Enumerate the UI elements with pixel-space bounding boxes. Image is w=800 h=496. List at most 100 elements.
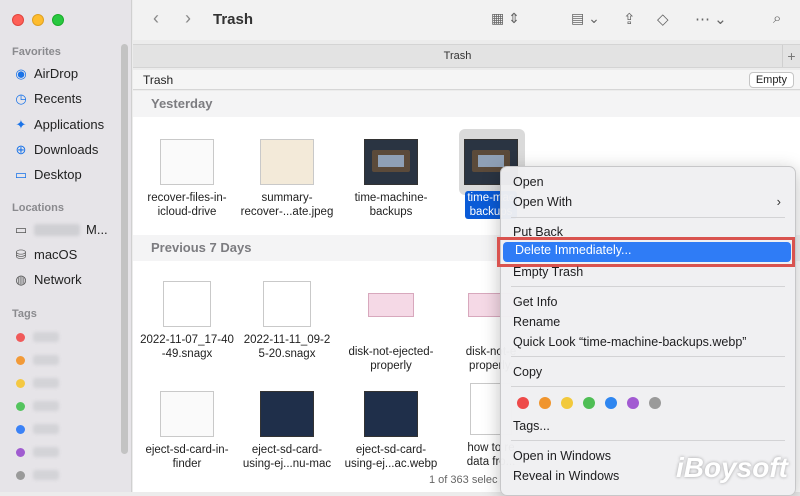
sidebar-item-recents[interactable]: ◷ Recents xyxy=(14,90,82,107)
menu-item-reveal-in-windows[interactable]: Reveal in Windows xyxy=(513,469,619,483)
sidebar-tag-item[interactable] xyxy=(16,355,59,365)
menu-item-label: Delete Immediately... xyxy=(515,243,632,257)
file-thumbnail xyxy=(160,139,214,185)
new-tab-button[interactable]: + xyxy=(782,45,800,67)
file-item[interactable]: 2022-11-11_09-2 5-20.snagx xyxy=(235,281,339,361)
menu-tag-color-button[interactable] xyxy=(539,397,551,409)
forward-icon[interactable]: › xyxy=(185,8,191,29)
sidebar-item-desktop[interactable]: ▭ Desktop xyxy=(14,166,82,183)
file-item[interactable]: time-machine-backups xyxy=(339,139,443,219)
file-thumbnail xyxy=(160,391,214,437)
empty-trash-button[interactable]: Empty xyxy=(748,72,794,88)
iboysoft-watermark-logo: iBoysoft xyxy=(676,452,788,483)
sidebar-tag-item[interactable] xyxy=(16,332,59,342)
sidebar-item-airdrop[interactable]: ◉ AirDrop xyxy=(14,65,79,82)
menu-separator xyxy=(511,286,785,287)
redacted-tag-label xyxy=(33,378,59,388)
file-thumbnail xyxy=(163,281,211,327)
more-actions-icon[interactable]: ⋯ ⌄ xyxy=(695,10,727,28)
path-label: Trash xyxy=(143,73,174,87)
menu-separator xyxy=(511,356,785,357)
menu-item-rename[interactable]: Rename xyxy=(513,315,560,329)
redacted-tag-label xyxy=(33,447,59,457)
menu-item-open[interactable]: Open xyxy=(513,175,544,189)
menu-item-tags[interactable]: Tags... xyxy=(513,419,550,433)
redacted-tag-label xyxy=(33,332,59,342)
menu-tag-color-button[interactable] xyxy=(583,397,595,409)
menu-item-open-in-windows[interactable]: Open in Windows xyxy=(513,449,611,463)
sidebar-tag-item[interactable] xyxy=(16,378,59,388)
tag-icon[interactable]: ◇ xyxy=(657,10,669,28)
menu-item-delete-immediately[interactable]: Delete Immediately... xyxy=(503,242,791,262)
file-item[interactable]: eject-sd-card-using-ej...ac.webp xyxy=(339,391,443,471)
file-thumbnail xyxy=(260,391,314,437)
toolbar: ‹ › Trash ▦ ⇕ ▤ ⌄ ⇪ ◇ ⋯ ⌄ ⌕ xyxy=(133,0,800,40)
file-name: eject-sd-card-using-ej...nu-mac xyxy=(242,444,332,470)
share-icon[interactable]: ⇪ xyxy=(623,10,636,28)
sidebar-tag-item[interactable] xyxy=(16,424,59,434)
tag-color-icon xyxy=(16,401,25,411)
laptop-icon: ▭ xyxy=(14,221,28,237)
sidebar-tag-item[interactable] xyxy=(16,401,59,411)
menu-tag-color-button[interactable] xyxy=(605,397,617,409)
sidebar-tag-item[interactable] xyxy=(16,470,59,480)
menu-item-quick-look[interactable]: Quick Look “time-machine-backups.webp” xyxy=(513,335,746,349)
group-by-icon[interactable]: ▤ ⌄ xyxy=(571,10,600,27)
file-thumbnail xyxy=(263,281,311,327)
tag-color-icon xyxy=(16,447,25,457)
menu-separator xyxy=(511,217,785,218)
tab-trash[interactable]: Trash xyxy=(133,50,782,62)
sidebar-scrollbar[interactable] xyxy=(121,44,128,454)
file-item[interactable]: eject-sd-card-in-finder xyxy=(135,391,239,471)
menu-item-get-info[interactable]: Get Info xyxy=(513,295,557,309)
menu-item-copy[interactable]: Copy xyxy=(513,365,542,379)
tag-color-icon xyxy=(16,355,25,365)
sidebar-item-label: AirDrop xyxy=(34,66,79,81)
airdrop-icon: ◉ xyxy=(15,65,27,81)
file-item[interactable]: 2022-11-07_17-40 -49.snagx xyxy=(135,281,239,361)
disk-icon: ⛁ xyxy=(15,246,27,262)
sidebar-item-label: M... xyxy=(86,222,108,237)
menu-item-empty-trash[interactable]: Empty Trash xyxy=(513,265,583,279)
sidebar: Favorites ◉ AirDrop ◷ Recents ✦ Applicat… xyxy=(0,0,132,492)
sidebar-tag-item[interactable] xyxy=(16,447,59,457)
menu-tag-color-button[interactable] xyxy=(649,397,661,409)
file-thumbnail xyxy=(364,391,418,437)
globe-icon: ◍ xyxy=(15,271,27,287)
menu-tag-color-button[interactable] xyxy=(561,397,573,409)
tags-section-title: Tags xyxy=(12,308,37,320)
tag-color-icon xyxy=(16,470,25,480)
file-item[interactable]: summary-recover-...ate.jpeg xyxy=(235,139,339,219)
sidebar-item-downloads[interactable]: ⊕ Downloads xyxy=(14,141,99,158)
sidebar-item-network[interactable]: ◍ Network xyxy=(14,271,81,288)
file-item[interactable]: disk-not-ejected-properly xyxy=(339,281,443,373)
minimize-window-button[interactable] xyxy=(32,14,44,26)
file-item[interactable]: eject-sd-card-using-ej...nu-mac xyxy=(235,391,339,471)
close-window-button[interactable] xyxy=(12,14,24,26)
sidebar-item-label: Desktop xyxy=(34,167,82,182)
zoom-window-button[interactable] xyxy=(52,14,64,26)
view-grid-icon[interactable]: ▦ ⇕ xyxy=(491,10,520,27)
sidebar-item-label: Recents xyxy=(34,91,82,106)
sidebar-item-computer[interactable]: ▭ M... xyxy=(14,221,108,238)
applications-icon: ✦ xyxy=(15,116,27,132)
menu-item-open-with[interactable]: Open With xyxy=(513,195,572,209)
file-name: time-machine-backups xyxy=(354,192,428,218)
search-icon[interactable]: ⌕ xyxy=(773,10,781,27)
file-name: eject-sd-card-in-finder xyxy=(145,444,229,470)
sidebar-item-applications[interactable]: ✦ Applications xyxy=(14,116,105,133)
redacted-tag-label xyxy=(33,355,59,365)
file-name: eject-sd-card-using-ej...ac.webp xyxy=(344,444,438,470)
sidebar-item-label: Downloads xyxy=(34,142,99,157)
menu-tag-color-button[interactable] xyxy=(627,397,639,409)
clock-icon: ◷ xyxy=(15,90,27,106)
download-icon: ⊕ xyxy=(15,141,27,157)
sidebar-item-macos[interactable]: ⛁ macOS xyxy=(14,246,78,263)
back-icon[interactable]: ‹ xyxy=(153,8,159,29)
menu-tag-color-button[interactable] xyxy=(517,397,529,409)
redacted-tag-label xyxy=(33,470,59,480)
window-title: Trash xyxy=(213,11,254,28)
menu-separator xyxy=(511,440,785,441)
desktop-icon: ▭ xyxy=(14,166,28,182)
file-item[interactable]: recover-files-in-icloud-drive xyxy=(135,139,239,219)
